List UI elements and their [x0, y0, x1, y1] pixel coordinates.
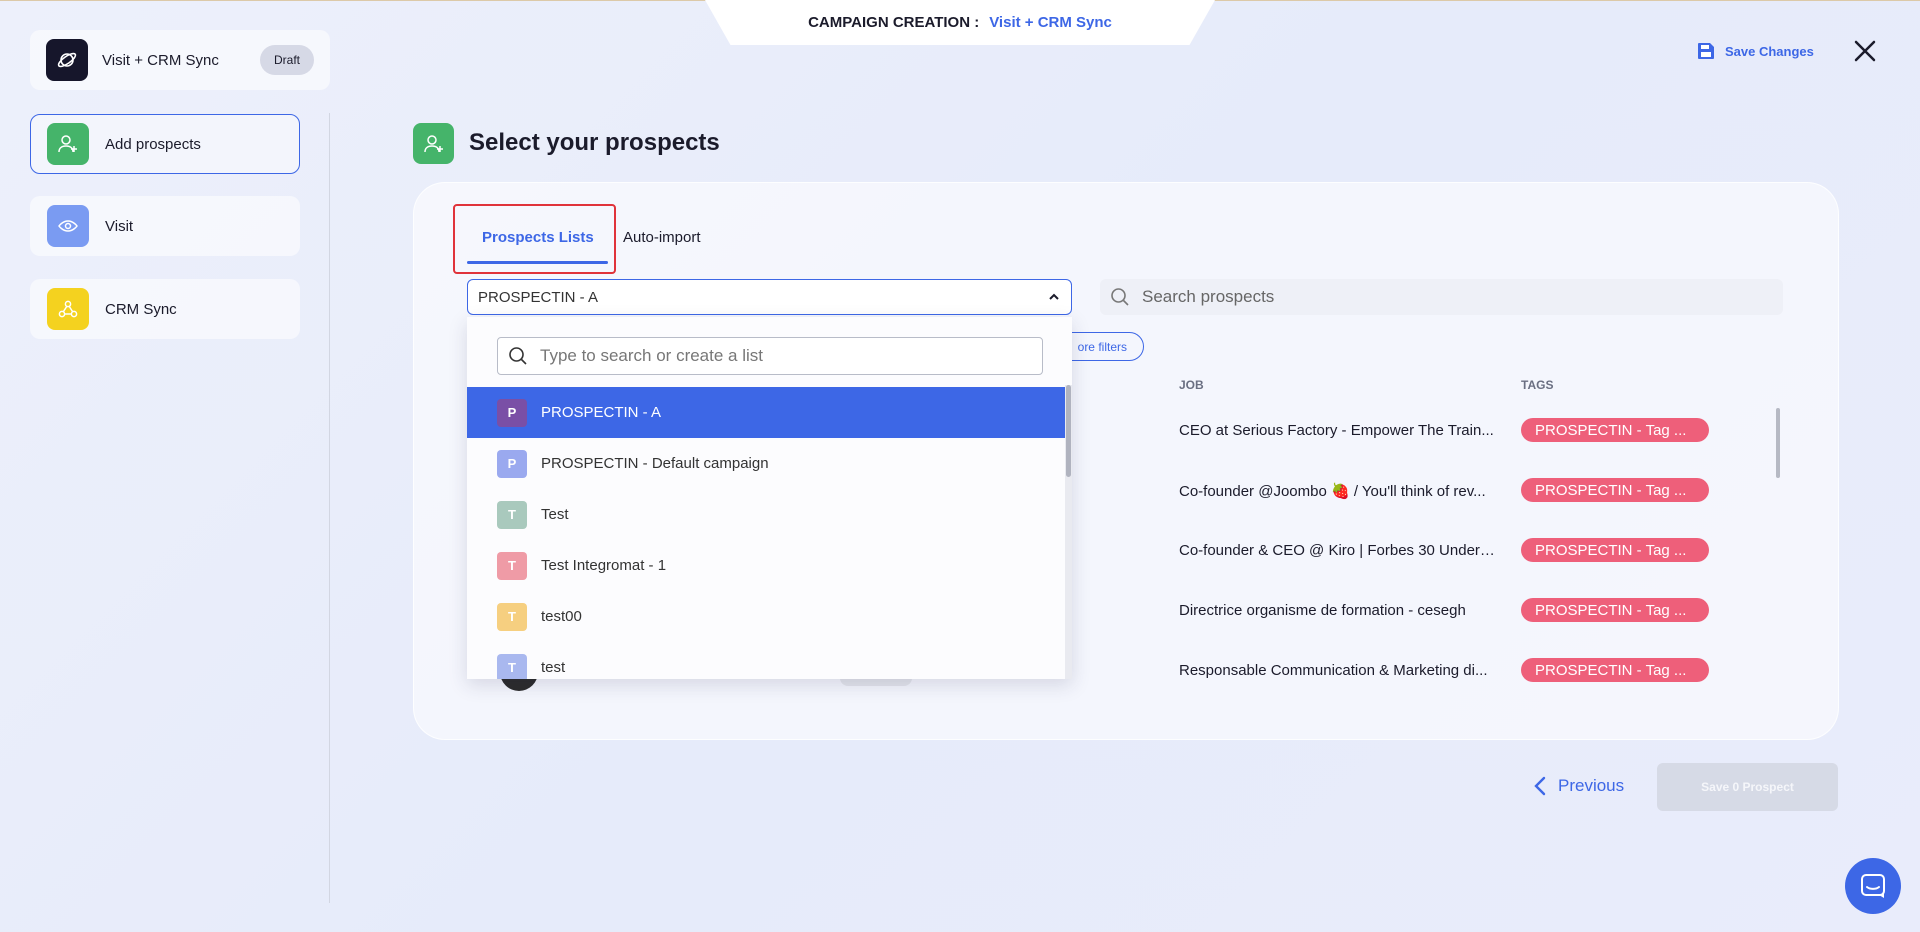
campaign-title: Visit + CRM Sync [102, 51, 219, 69]
active-tab-indicator [467, 261, 608, 264]
status-badge: Draft [259, 45, 314, 75]
job-cell: CEO at Serious Factory - Empower The Tra… [1179, 422, 1494, 439]
list-letter-badge: P [497, 449, 527, 478]
user-plus-icon [47, 123, 89, 165]
list-option[interactable]: T test00 [467, 591, 1065, 642]
list-letter-badge: T [497, 500, 527, 529]
campaign-creation-header: CAMPAIGN CREATION : Visit + CRM Sync [705, 0, 1215, 45]
tab-auto-import[interactable]: Auto-import [623, 229, 701, 246]
search-icon [509, 347, 527, 365]
chat-launcher-button[interactable] [1845, 858, 1901, 914]
list-option-name: PROSPECTIN - Default campaign [541, 455, 769, 472]
chat-icon [1861, 874, 1885, 898]
save-prospects-button[interactable]: Save 0 Prospect [1657, 763, 1838, 811]
list-option-name: test00 [541, 608, 582, 625]
dropdown-scrollbar[interactable] [1066, 385, 1071, 477]
user-plus-icon [413, 123, 454, 164]
tag-badge: PROSPECTIN - Tag ... [1521, 658, 1709, 682]
selected-list-value: PROSPECTIN - A [478, 288, 599, 306]
previous-button[interactable]: Previous [1534, 776, 1624, 796]
list-option[interactable]: T test [467, 642, 1065, 679]
job-cell: Co-founder @Joombo 🍓 / You'll think of r… [1179, 483, 1486, 500]
search-icon [1111, 288, 1129, 306]
tab-prospects-lists[interactable]: Prospects Lists [482, 229, 594, 246]
list-option-name: Test [541, 506, 569, 523]
search-prospects-input[interactable] [1142, 287, 1773, 307]
step-label: Visit [105, 217, 134, 235]
list-letter-badge: T [497, 653, 527, 679]
close-button[interactable] [1852, 38, 1878, 64]
tag-badge: PROSPECTIN - Tag ... [1521, 418, 1709, 442]
eye-icon [47, 205, 89, 247]
step-add-prospects[interactable]: Add prospects [30, 114, 300, 174]
step-crm-sync[interactable]: CRM Sync [30, 279, 300, 339]
list-option-name: test [541, 659, 566, 676]
job-cell: Responsable Communication & Marketing di… [1179, 662, 1488, 679]
list-letter-badge: T [497, 551, 527, 580]
step-label: CRM Sync [105, 300, 177, 318]
job-cell: Co-founder & CEO @ Kiro | Forbes 30 Unde… [1179, 542, 1499, 559]
list-option-name: Test Integromat - 1 [541, 557, 667, 574]
column-header-job: JOB [1179, 378, 1204, 392]
prospect-list-dropdown: P PROSPECTIN - A P PROSPECTIN - Default … [467, 317, 1072, 679]
header-campaign-name: Visit + CRM Sync [989, 14, 1112, 31]
sidebar-divider [329, 113, 330, 903]
header-label: CAMPAIGN CREATION : [808, 14, 980, 31]
search-prospects-field[interactable] [1100, 279, 1783, 315]
previous-label: Previous [1558, 776, 1625, 795]
list-option[interactable]: P PROSPECTIN - A [467, 387, 1065, 438]
tag-badge: PROSPECTIN - Tag ... [1521, 538, 1709, 562]
tag-badge: PROSPECTIN - Tag ... [1521, 478, 1709, 502]
list-letter-badge: P [497, 398, 527, 427]
save-changes-label: Save Changes [1725, 43, 1814, 59]
list-option[interactable]: P PROSPECTIN - Default campaign [467, 438, 1065, 489]
save-icon [1698, 43, 1714, 59]
page-title: Select your prospects [469, 129, 720, 156]
close-icon [1854, 40, 1876, 62]
step-label: Add prospects [105, 135, 201, 153]
column-header-tags: TAGS [1521, 378, 1554, 392]
list-option[interactable]: T Test Integromat - 1 [467, 540, 1065, 591]
list-search-field[interactable] [497, 337, 1043, 375]
step-visit[interactable]: Visit [30, 196, 300, 256]
save-changes-button[interactable]: Save Changes [1697, 42, 1814, 60]
list-option-name: PROSPECTIN - A [541, 404, 662, 421]
campaign-card: Visit + CRM Sync Draft [30, 30, 330, 90]
job-cell: Directrice organisme de formation - cese… [1179, 602, 1466, 619]
prospect-list-select[interactable]: PROSPECTIN - A [467, 279, 1072, 315]
planet-icon [46, 39, 88, 81]
list-search-input[interactable] [540, 346, 1032, 366]
table-scrollbar[interactable] [1776, 408, 1780, 478]
list-letter-badge: T [497, 602, 527, 631]
tag-badge: PROSPECTIN - Tag ... [1521, 598, 1709, 622]
chevron-up-icon [1049, 293, 1059, 300]
chevron-left-icon [1534, 776, 1546, 796]
list-option[interactable]: T Test [467, 489, 1065, 540]
webhook-icon [47, 288, 89, 330]
